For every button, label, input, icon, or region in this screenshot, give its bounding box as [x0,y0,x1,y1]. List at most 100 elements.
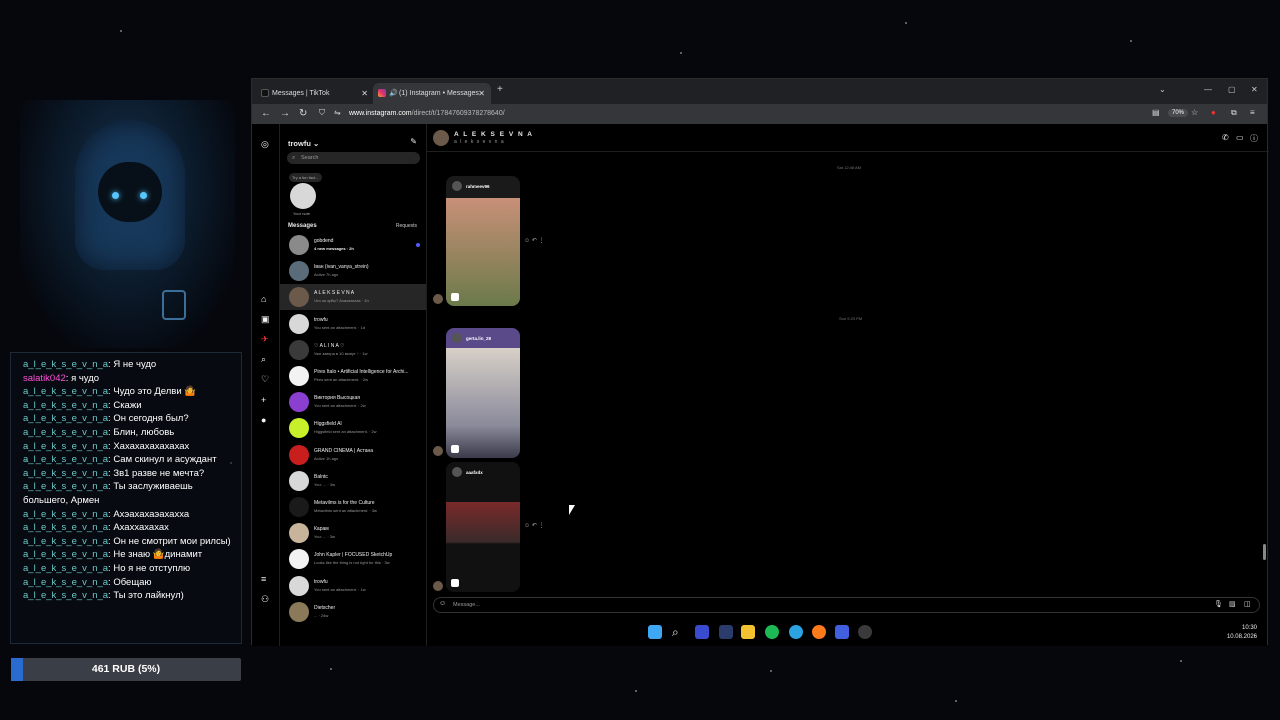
also-from-meta-icon[interactable]: ⚇ [261,594,269,605]
bookmark-star-icon[interactable]: ☆ [1191,108,1198,117]
home-icon[interactable]: ⌂ [261,294,266,304]
obs-icon[interactable] [858,625,872,639]
conversation-item[interactable]: Pires Italo • Artificial Intelligence fo… [280,363,426,389]
conversation-item[interactable]: Higgsfield AI Higgsfield sent an attachme… [280,415,426,441]
spotify-icon[interactable] [765,625,779,639]
forward-button[interactable]: → [280,108,290,119]
thread-scrollbar[interactable] [1263,544,1266,560]
conversation-item[interactable]: Карам You: ... · 3w [280,520,426,546]
thread-handle: a l e k s e v n a [454,139,505,145]
message-composer[interactable]: ☺ Message... 🎙 ▨ ◫ [433,597,1260,613]
conversation-item[interactable]: trowfu You sent an attachment. · 1d [280,311,426,337]
notifications-heart-icon[interactable]: ♡ [261,374,269,385]
reader-view-icon[interactable]: ▤ [1152,108,1160,117]
thread-name[interactable]: A L E K S E V N A [454,131,533,138]
firefox-icon[interactable] [812,625,826,639]
site-settings-icon[interactable]: ⇋ [334,108,341,117]
conversation-name: GRAND CINEMA | Астана [314,447,374,454]
shared-reel[interactable]: aaafxdx [446,462,520,592]
compose-icon[interactable]: ✎ [410,137,417,146]
my-note-avatar[interactable] [290,183,316,209]
emoji-icon[interactable]: ☺ [439,600,446,607]
reels-icon[interactable]: ▣ [261,314,270,325]
info-icon[interactable]: ⓘ [1250,133,1258,144]
messages-icon[interactable]: ✈ [261,334,269,345]
url-field[interactable]: www.instagram.com/direct/t/1784760937827… [349,110,505,117]
conversation-item[interactable]: John Kapler | FOCUSED SketchUp Looks like… [280,546,426,572]
shield-icon[interactable]: ⛉ [319,108,325,118]
conversation-name: trowfu [314,316,328,323]
instagram-logo-icon[interactable]: ◎ [261,139,269,150]
chat-message: a_l_e_k_s_e_v_n_a: Ты заслуживаешь больш… [23,481,193,506]
search-icon[interactable]: ⌕ [672,625,686,639]
shared-reel[interactable]: gerta.lin_28 [446,328,520,458]
chat-text: Он сегодня был? [113,413,189,425]
conversation-item[interactable]: GRAND CINEMA | Астана Active 1h ago [280,442,426,468]
shared-reel[interactable]: rahmeev96 [446,176,520,306]
conversation-item[interactable]: Іван (ivan_vanya_strein) Active 7h ago [280,258,426,284]
tab-instagram[interactable]: 🔊 (1) Instagram • Messages ✕ [373,83,491,104]
minimize-button[interactable]: — [1204,85,1212,94]
app-icon[interactable] [695,625,709,639]
chat-text: Блин, любовь [113,426,175,438]
tab-list-chevron-icon[interactable]: ⌄ [1159,85,1166,94]
more-menu-icon[interactable]: ≡ [261,574,266,584]
extension-icon[interactable]: ● [1211,108,1216,117]
sender-avatar [433,294,443,304]
conversation-item[interactable]: gobdend 4 new messages · 2h [280,232,426,258]
tab-tiktok[interactable]: Messages | TikTok ✕ [256,83,374,104]
maximize-button[interactable]: ▢ [1228,85,1236,94]
chat-username: a_l_e_k_s_e_v_n_a [23,481,109,493]
close-tab-icon[interactable]: ✕ [361,83,368,104]
search-icon[interactable]: ⌕ [261,354,266,365]
image-upload-icon[interactable]: ▨ [1229,600,1236,608]
message-actions[interactable]: ☺ ↶ ⋮ [524,522,545,529]
conversation-item[interactable]: trowfu You sent an attachment. · 1w [280,573,426,599]
conversation-preview: Pires sent an attachment. · 2w [314,377,369,382]
reel-play-icon [451,579,459,587]
close-window-button[interactable]: ✕ [1251,85,1258,94]
conversation-avatar [289,418,309,439]
zoom-badge[interactable]: 70% [1168,109,1189,117]
microphone-icon[interactable]: 🎙 [1214,600,1223,608]
profile-avatar-icon[interactable]: ● [261,415,266,425]
windows-start-icon[interactable] [648,625,662,639]
taskbar-clock[interactable]: 10:30 10.08.2026 [1225,624,1257,642]
conversation-item[interactable]: Balntc You: ... · 3w [280,468,426,494]
file-explorer-icon[interactable] [741,625,755,639]
app-icon[interactable] [835,625,849,639]
chat-username: a_l_e_k_s_e_v_n_a [23,508,109,520]
phone-call-icon[interactable]: ✆ [1222,133,1229,142]
conversation-avatar [289,313,309,334]
create-plus-icon[interactable]: + [261,395,266,405]
message-input[interactable]: Message... [453,602,480,608]
chat-message: a_l_e_k_s_e_v_n_a: Ахаххахахах [23,522,169,534]
conversation-item[interactable]: ♡ A L I N A ♡ Уже завтра в 10 минут ↑ · 1… [280,337,426,363]
requests-link[interactable]: Requests [396,223,417,229]
new-tab-button[interactable]: + [497,84,503,95]
conversation-item[interactable]: Виктория Высоцкая You sent an attachment.… [280,389,426,415]
search-input[interactable]: ⌕ Search [287,152,420,164]
extensions-puzzle-icon[interactable]: ⧉ [1231,108,1237,118]
back-button[interactable]: ← [261,108,271,119]
app-icon[interactable] [719,625,733,639]
chat-text: Не знаю 🤷динамит [113,549,203,561]
conversation-item[interactable]: A L E K S E V N A Что за зубы? Ахахахахах… [280,284,426,311]
speaker-icon: 🔊 [389,90,398,97]
account-username[interactable]: trowfu ⌄ [288,139,319,148]
note-bubble: Try a fun fact... [289,173,322,182]
conversation-name: gobdend [314,238,334,244]
telegram-icon[interactable] [789,625,803,639]
video-call-icon[interactable]: ▭ [1236,133,1244,142]
conversation-name: Виктория Высоцкая [314,395,360,402]
chat-text: Сам скинул и асуждант [113,454,217,466]
menu-icon[interactable]: ≡ [1250,108,1255,117]
conversation-item[interactable]: Metavilms is for the Culture Metavilms se… [280,494,426,520]
reload-button[interactable]: ↻ [299,108,307,119]
conversation-item[interactable]: Dietscher... · 24w [280,599,426,625]
message-actions[interactable]: ☺ ↶ ⋮ [524,237,545,244]
close-tab-icon[interactable]: ✕ [478,83,485,104]
sticker-icon[interactable]: ◫ [1244,600,1251,608]
chat-username: a_l_e_k_s_e_v_n_a [23,413,109,425]
thread-avatar[interactable] [433,130,449,146]
